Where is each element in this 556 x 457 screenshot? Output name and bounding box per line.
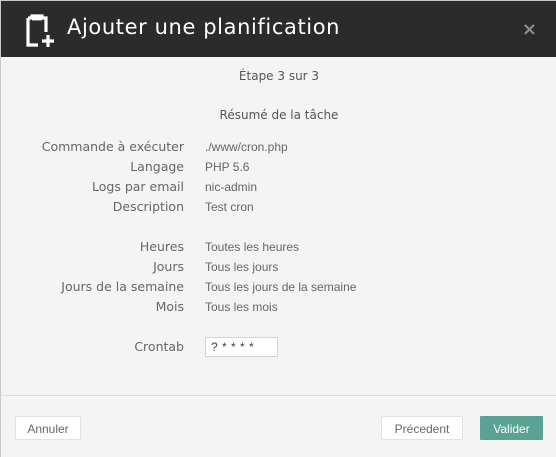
close-icon[interactable]: × [522,21,537,39]
schedule-value: Toutes les heures [205,240,300,254]
schedule-value: Tous les mois [205,300,278,314]
detail-value: PHP 5.6 [205,160,250,174]
detail-label: Description [112,199,184,214]
schedule-label: Jours de la semaine [61,279,184,294]
detail-row-command: Commande à exécuter ./www/cron.php [1,139,556,159]
detail-row-description: Description Test cron [1,199,556,219]
clipboard-plus-icon [26,14,54,47]
cancel-button[interactable]: Annuler [15,416,81,440]
schedule-row-weekdays: Jours de la semaine Tous les jours de la… [1,279,556,299]
schedule-row-hours: Heures Toutes les heures [1,239,556,259]
detail-row-email-logs: Logs par email nic-admin [1,179,556,199]
dialog-footer: Annuler Précedent Valider [1,395,556,457]
dialog-header: Ajouter une planification × [1,1,556,57]
detail-value: nic-admin [205,180,258,194]
schedule-dialog: Ajouter une planification × Étape 3 sur … [0,0,556,457]
crontab-row: Crontab ? * * * * [1,337,556,359]
summary-title: Résumé de la tâche [219,108,339,122]
validate-button[interactable]: Valider [480,416,543,440]
detail-label: Commande à exécuter [41,139,184,154]
step-indicator: Étape 3 sur 3 [238,69,320,83]
detail-label: Logs par email [92,179,184,194]
schedule-label: Heures [139,239,184,254]
crontab-expression: ? * * * * [205,337,278,357]
detail-value: ./www/cron.php [205,140,288,154]
previous-button[interactable]: Précedent [381,416,463,440]
dialog-title: Ajouter une planification [67,15,341,39]
schedule-value: Tous les jours de la semaine [205,280,357,294]
detail-row-language: Langage PHP 5.6 [1,159,556,179]
schedule-row-days: Jours Tous les jours [1,259,556,279]
schedule-label: Jours [153,259,184,274]
dialog-body: Étape 3 sur 3 Résumé de la tâche Command… [1,57,556,395]
crontab-label: Crontab [134,339,184,354]
schedule-row-months: Mois Tous les mois [1,299,556,319]
schedule-label: Mois [155,299,184,314]
detail-value: Test cron [205,200,254,214]
detail-label: Langage [130,159,184,174]
schedule-value: Tous les jours [205,260,279,274]
